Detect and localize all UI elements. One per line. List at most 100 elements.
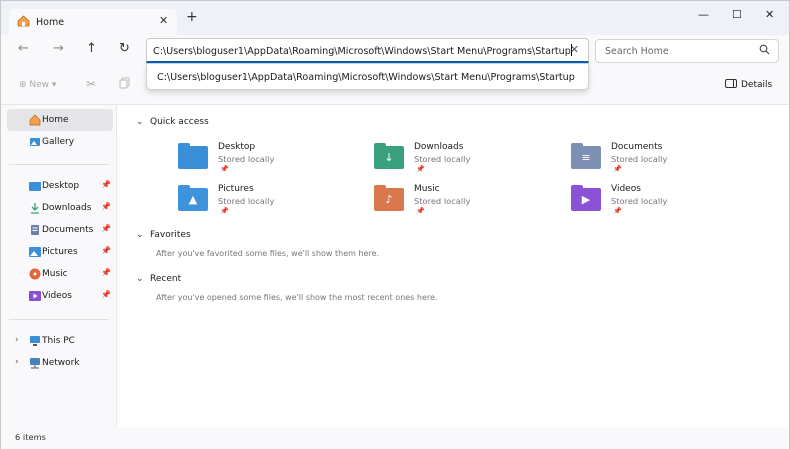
download-folder-icon: ↓ bbox=[374, 143, 404, 169]
item-location: Stored locally bbox=[611, 196, 668, 206]
details-button[interactable]: Details bbox=[725, 79, 772, 90]
pictures-folder-icon: ▲ bbox=[178, 185, 208, 211]
pin-icon: 📌 bbox=[220, 165, 229, 173]
item-location: Stored locally bbox=[414, 154, 471, 164]
item-name: Pictures bbox=[218, 184, 254, 194]
pin-icon: 📌 bbox=[101, 246, 111, 255]
download-icon bbox=[29, 202, 41, 214]
address-suggestion[interactable]: C:\Users\bloguser1\AppData\Roaming\Micro… bbox=[146, 63, 589, 90]
tab-close-icon[interactable]: ✕ bbox=[159, 14, 168, 27]
quick-access-downloads[interactable]: ↓ Downloads Stored locally 📌 bbox=[374, 142, 554, 176]
item-location: Stored locally bbox=[414, 196, 471, 206]
new-tab-button[interactable]: + bbox=[186, 10, 198, 24]
favorites-header[interactable]: ⌄ Favorites bbox=[136, 230, 191, 240]
tab-title: Home bbox=[36, 17, 65, 28]
videos-icon bbox=[29, 290, 41, 302]
home-icon bbox=[17, 15, 30, 30]
item-location: Stored locally bbox=[218, 196, 275, 206]
up-button[interactable]: ↑ bbox=[86, 42, 97, 55]
chevron-down-icon: ⌄ bbox=[136, 117, 144, 127]
sidebar-item-downloads[interactable]: Downloads 📌 bbox=[7, 197, 113, 219]
title-bar: Home ✕ + — ☐ ✕ bbox=[1, 1, 789, 36]
sidebar-item-label: This PC bbox=[42, 336, 75, 346]
quick-access-documents[interactable]: ≡ Documents Stored locally 📌 bbox=[571, 142, 751, 176]
expand-chevron-icon[interactable]: › bbox=[15, 335, 19, 345]
music-folder-icon: ♪ bbox=[374, 185, 404, 211]
section-title: Quick access bbox=[150, 117, 209, 127]
search-icon bbox=[759, 44, 770, 58]
file-explorer-window: Home ✕ + — ☐ ✕ ← → ↑ ↻ C:\Users\bloguser… bbox=[0, 0, 790, 449]
documents-folder-icon: ≡ bbox=[571, 143, 601, 169]
item-location: Stored locally bbox=[218, 154, 275, 164]
address-input[interactable]: C:\Users\bloguser1\AppData\Roaming\Micro… bbox=[153, 46, 571, 57]
pin-icon: 📌 bbox=[101, 224, 111, 233]
sidebar-item-label: Music bbox=[42, 269, 68, 279]
search-box[interactable]: Search Home bbox=[595, 39, 779, 63]
pin-icon: 📌 bbox=[416, 207, 425, 215]
sidebar-item-network[interactable]: › Network bbox=[7, 352, 113, 374]
sidebar-item-music[interactable]: Music 📌 bbox=[7, 263, 113, 285]
sidebar-item-gallery[interactable]: Gallery bbox=[7, 131, 113, 153]
quick-access-videos[interactable]: ▶ Videos Stored locally 📌 bbox=[571, 184, 751, 218]
pin-icon: 📌 bbox=[101, 202, 111, 211]
quick-access-pictures[interactable]: ▲ Pictures Stored locally 📌 bbox=[178, 184, 358, 218]
music-icon bbox=[29, 268, 41, 280]
expand-chevron-icon[interactable]: › bbox=[15, 357, 19, 367]
chevron-down-icon: ⌄ bbox=[136, 274, 144, 284]
quick-access-desktop[interactable]: Desktop Stored locally 📌 bbox=[178, 142, 358, 176]
maximize-button[interactable]: ☐ bbox=[732, 8, 742, 21]
sidebar-item-label: Desktop bbox=[42, 181, 80, 191]
chevron-down-icon: ▾ bbox=[51, 80, 57, 90]
sidebar-item-label: Gallery bbox=[42, 137, 75, 147]
quick-access-music[interactable]: ♪ Music Stored locally 📌 bbox=[374, 184, 554, 218]
copy-icon[interactable] bbox=[119, 77, 131, 92]
pin-icon: 📌 bbox=[101, 180, 111, 189]
cut-icon[interactable]: ✂ bbox=[86, 77, 96, 91]
item-name: Documents bbox=[611, 142, 663, 152]
navigation-pane: Home Gallery Desktop 📌 Downloads 📌 Docum… bbox=[1, 105, 117, 427]
gallery-icon bbox=[29, 136, 41, 148]
new-button[interactable]: ⊕ New ▾ bbox=[19, 80, 56, 90]
sidebar-item-this-pc[interactable]: › This PC bbox=[7, 330, 113, 352]
sidebar-item-home[interactable]: Home bbox=[7, 109, 113, 131]
item-name: Music bbox=[414, 184, 440, 194]
computer-icon bbox=[29, 335, 41, 347]
sidebar-divider bbox=[9, 319, 109, 320]
sidebar-item-videos[interactable]: Videos 📌 bbox=[7, 285, 113, 307]
documents-icon bbox=[29, 224, 41, 236]
item-name: Downloads bbox=[414, 142, 464, 152]
section-title: Favorites bbox=[150, 230, 191, 240]
address-bar[interactable]: C:\Users\bloguser1\AppData\Roaming\Micro… bbox=[146, 38, 589, 63]
status-bar: 6 items bbox=[1, 427, 789, 449]
new-label: New bbox=[29, 80, 50, 90]
item-count: 6 items bbox=[15, 432, 46, 442]
pin-icon: 📌 bbox=[220, 207, 229, 215]
item-location: Stored locally bbox=[611, 154, 668, 164]
clear-address-icon[interactable]: ✕ bbox=[570, 43, 579, 56]
forward-button[interactable]: → bbox=[53, 42, 64, 55]
minimize-button[interactable]: — bbox=[698, 8, 709, 21]
sidebar-item-desktop[interactable]: Desktop 📌 bbox=[7, 175, 113, 197]
sidebar-item-label: Network bbox=[42, 358, 80, 368]
close-window-button[interactable]: ✕ bbox=[765, 8, 774, 21]
search-input[interactable]: Search Home bbox=[605, 46, 669, 57]
navigation-bar: ← → ↑ ↻ C:\Users\bloguser1\AppData\Roami… bbox=[1, 35, 789, 65]
sidebar-item-label: Downloads bbox=[42, 203, 92, 213]
back-button[interactable]: ← bbox=[18, 42, 29, 55]
chevron-down-icon: ⌄ bbox=[136, 230, 144, 240]
item-name: Videos bbox=[611, 184, 641, 194]
sidebar-item-documents[interactable]: Documents 📌 bbox=[7, 219, 113, 241]
content-area: ⌄ Quick access Desktop Stored locally 📌 ↓… bbox=[118, 105, 789, 427]
refresh-button[interactable]: ↻ bbox=[119, 42, 130, 55]
quick-access-header[interactable]: ⌄ Quick access bbox=[136, 117, 209, 127]
pin-icon: 📌 bbox=[613, 165, 622, 173]
sidebar-item-label: Pictures bbox=[42, 247, 78, 257]
tab-home[interactable]: Home ✕ bbox=[9, 9, 177, 36]
network-icon bbox=[29, 357, 41, 369]
plus-icon: ⊕ bbox=[19, 80, 30, 90]
suggestion-text: C:\Users\bloguser1\AppData\Roaming\Micro… bbox=[157, 72, 575, 83]
sidebar-item-pictures[interactable]: Pictures 📌 bbox=[7, 241, 113, 263]
recent-header[interactable]: ⌄ Recent bbox=[136, 274, 181, 284]
desktop-folder-icon bbox=[178, 143, 208, 169]
home-icon bbox=[29, 114, 41, 126]
